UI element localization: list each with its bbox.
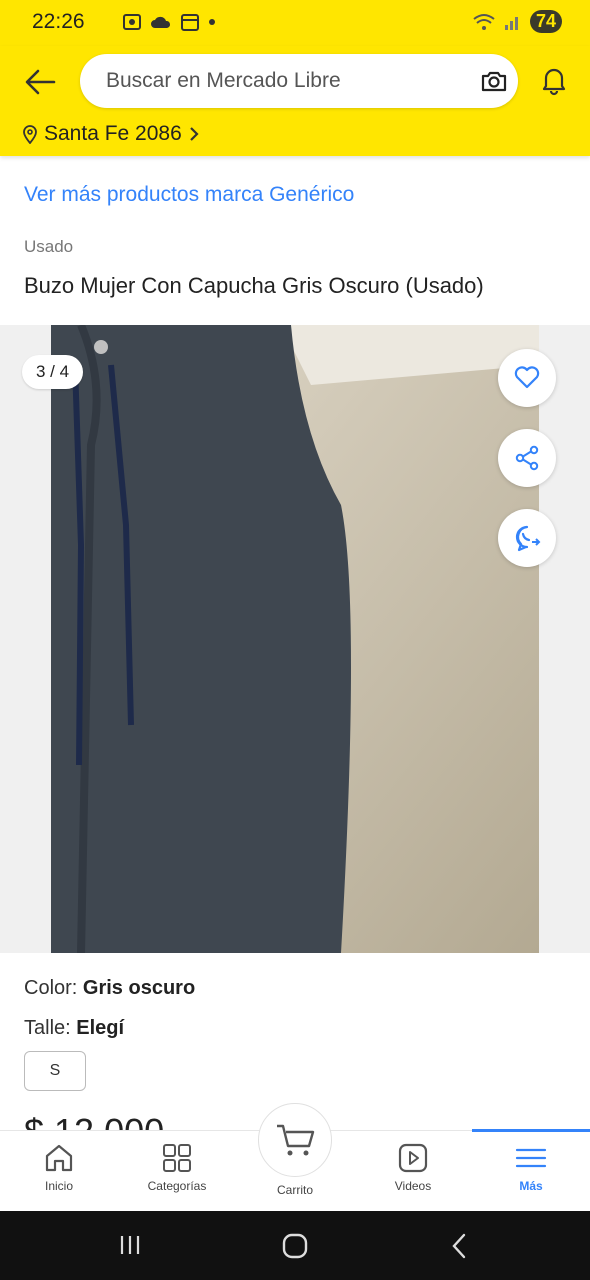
size-row: Talle: Elegí [24, 1017, 124, 1040]
nav-label: Videos [394, 1179, 432, 1193]
size-value: Elegí [76, 1017, 125, 1039]
cart-icon [277, 1124, 315, 1156]
location-text: Santa Fe 2086 [44, 122, 182, 145]
size-option-s[interactable]: S [24, 1051, 86, 1091]
grid-icon [163, 1144, 191, 1172]
product-photo[interactable] [51, 325, 539, 953]
battery-indicator: 74 [529, 10, 562, 33]
dot-icon [209, 19, 215, 25]
signal-icon [504, 16, 518, 30]
color-label: Color: [24, 977, 83, 999]
nav-label: Carrito [276, 1183, 313, 1197]
recent-apps-icon[interactable] [118, 1234, 142, 1256]
condition-label: Usado [24, 237, 74, 256]
nav-item-mas[interactable]: Más [472, 1131, 590, 1212]
cloud-icon [151, 16, 171, 28]
brand-link[interactable]: Ver más productos marca Genérico [24, 183, 354, 207]
wifi-icon [473, 13, 495, 30]
menu-icon [515, 1148, 547, 1168]
chevron-right-icon [190, 127, 199, 141]
status-bar: 22:26 74 [0, 0, 590, 46]
nav-item-inicio[interactable]: Inicio [0, 1131, 118, 1212]
status-icons [122, 12, 216, 32]
nav-label: Categorías [147, 1179, 207, 1193]
app-header: Buscar en Mercado Libre Santa Fe 2086 [0, 46, 590, 156]
price-peek: $ 12.000 [24, 1112, 164, 1132]
nav-label: Más [519, 1179, 543, 1193]
status-right: 74 [472, 10, 562, 33]
search-bar[interactable]: Buscar en Mercado Libre [80, 54, 518, 108]
back-system-icon[interactable] [450, 1233, 468, 1259]
cart-button[interactable] [258, 1103, 332, 1177]
home-system-icon[interactable] [282, 1233, 308, 1259]
whatsapp-share-button[interactable] [498, 509, 556, 567]
size-label: Talle: [24, 1017, 77, 1039]
nav-item-videos[interactable]: Videos [354, 1131, 472, 1212]
nav-label: Inicio [44, 1179, 73, 1193]
whatsapp-icon [515, 525, 541, 552]
image-counter: 3 / 4 [22, 355, 84, 389]
system-nav-bar [0, 1211, 590, 1280]
location-pin-icon [23, 125, 37, 144]
search-input[interactable]: Buscar en Mercado Libre [106, 69, 341, 93]
product-title: Buzo Mujer Con Capucha Gris Oscuro (Usad… [24, 273, 484, 298]
image-gallery[interactable]: 3 / 4 [0, 325, 590, 953]
share-button[interactable] [498, 429, 556, 487]
heart-icon [514, 366, 540, 389]
color-row: Color: Gris oscuro [24, 977, 195, 1000]
color-value: Gris oscuro [82, 977, 196, 999]
nav-item-categorias[interactable]: Categorías [118, 1131, 236, 1212]
back-arrow-icon[interactable] [22, 64, 58, 100]
bell-icon[interactable] [538, 64, 570, 96]
bottom-nav: Inicio Categorías Carrito Videos Más [0, 1103, 590, 1212]
favorite-button[interactable] [498, 349, 556, 407]
screenshot-icon [123, 14, 141, 30]
play-icon [398, 1143, 428, 1173]
home-icon [45, 1144, 73, 1172]
status-time: 22:26 [32, 10, 85, 33]
calendar-icon [181, 14, 199, 31]
location-selector[interactable]: Santa Fe 2086 [22, 122, 200, 146]
camera-icon[interactable] [480, 67, 508, 95]
share-icon [515, 445, 539, 471]
nav-item-carrito[interactable]: Carrito [236, 1103, 354, 1212]
